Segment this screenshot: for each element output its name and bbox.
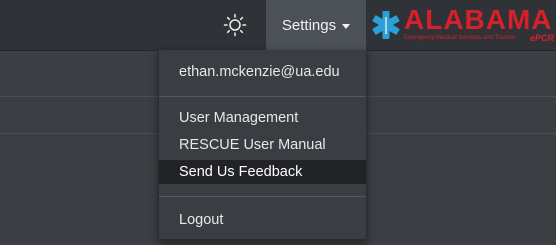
top-navbar: Settings ALABAMA Emergency Medical Servi… (0, 0, 556, 51)
logo-title: ALABAMA (404, 4, 553, 35)
brightness-toggle-button[interactable] (218, 8, 252, 42)
caret-down-icon (342, 23, 351, 29)
page-divider-line (0, 133, 160, 134)
settings-dropdown-menu: ethan.mckenzie@ua.edu User Management RE… (158, 50, 367, 240)
settings-dropdown-toggle[interactable]: Settings (266, 0, 366, 50)
menu-item-logout[interactable]: Logout (159, 208, 366, 232)
alabama-epcr-logo: ALABAMA Emergency Medical Services and T… (370, 4, 556, 50)
menu-item-user-management[interactable]: User Management (159, 106, 366, 130)
settings-label: Settings (281, 16, 337, 34)
logo-subtitle: Emergency Medical Services and Trauma (404, 35, 516, 41)
logo-epcr-tag: ePCR (530, 33, 555, 43)
menu-divider (159, 96, 366, 97)
user-email-header: ethan.mckenzie@ua.edu (179, 64, 340, 80)
menu-item-rescue-user-manual[interactable]: RESCUE User Manual (159, 133, 366, 157)
menu-divider (159, 196, 366, 197)
sun-brightness-icon (223, 13, 247, 37)
page: Settings ALABAMA Emergency Medical Servi… (0, 0, 556, 245)
page-divider-line (365, 133, 556, 134)
menu-item-send-feedback[interactable]: Send Us Feedback (159, 160, 366, 184)
page-divider-line (0, 96, 160, 97)
page-divider-line (365, 96, 556, 97)
star-of-life-icon (372, 11, 400, 39)
